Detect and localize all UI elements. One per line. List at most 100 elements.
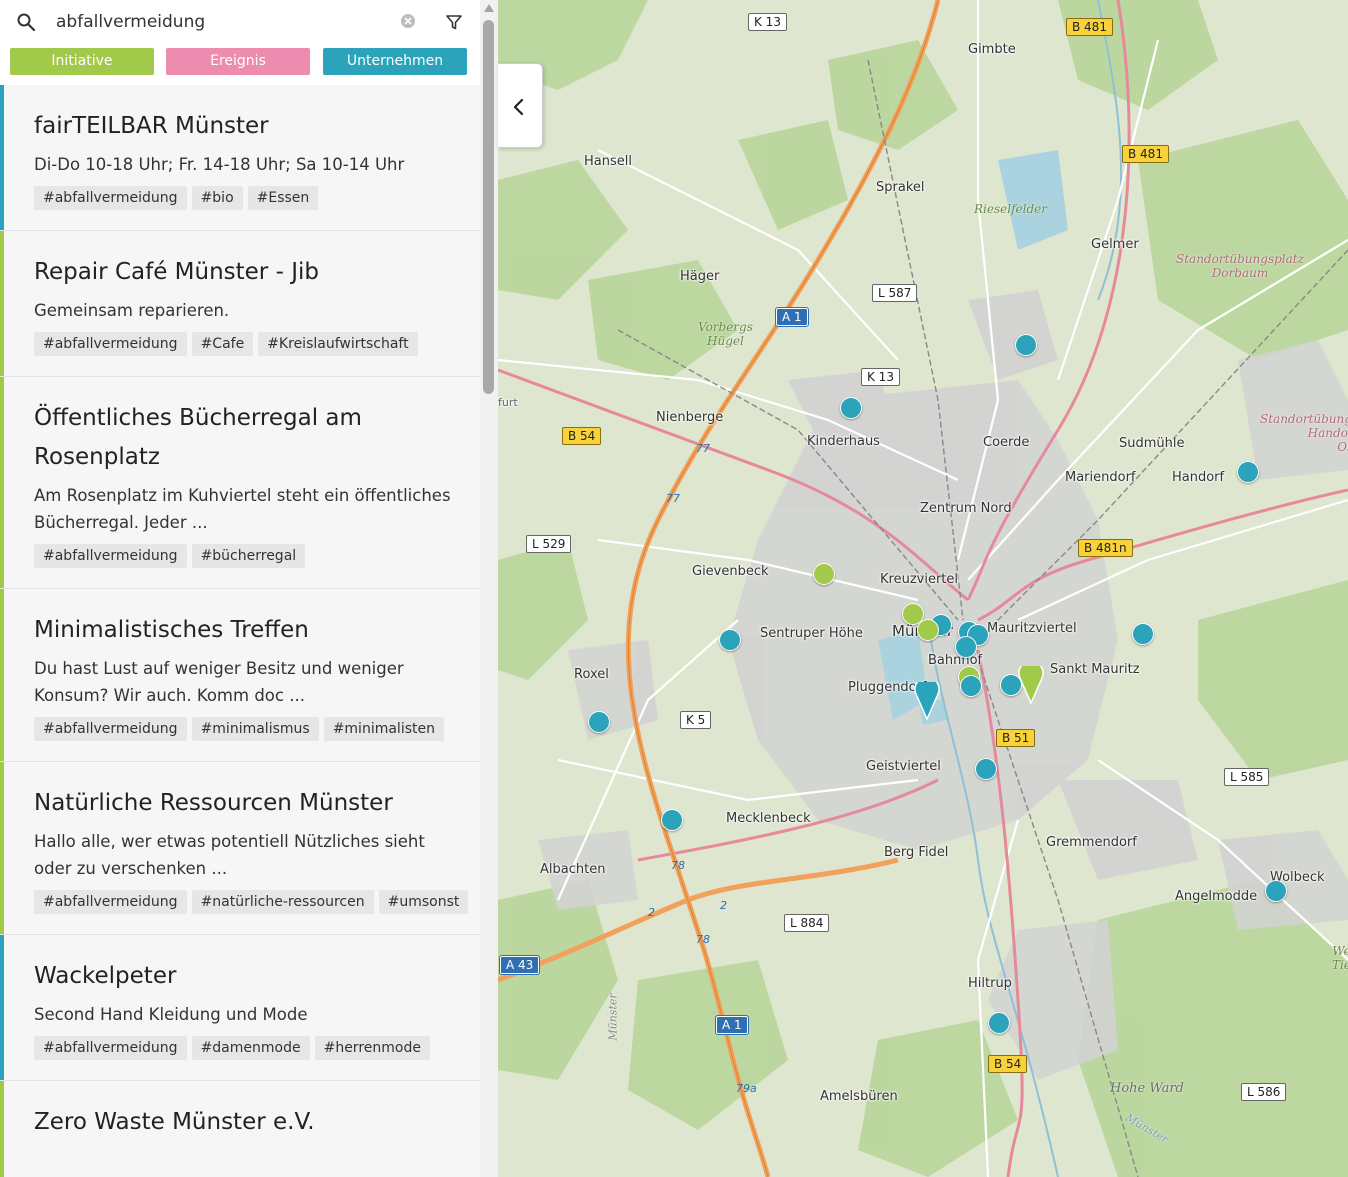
tag[interactable]: #damenmode	[191, 1036, 310, 1060]
tag[interactable]: #abfallvermeidung	[34, 332, 187, 356]
tag[interactable]: #umsonst	[378, 890, 469, 914]
map-pin-initiative[interactable]	[1018, 666, 1044, 704]
entry-card[interactable]: Öffentliches Bücherregal am Rosenplatz A…	[0, 377, 480, 589]
road-shield-l587: L 587	[872, 284, 918, 302]
tag[interactable]: #bio	[191, 186, 243, 210]
tag[interactable]: #minimalisten	[323, 717, 444, 741]
search-bar	[0, 0, 480, 44]
map-marker-initiative[interactable]	[917, 619, 939, 641]
map-marker-unternehmen[interactable]	[960, 675, 982, 697]
sidebar: Initiative Ereignis Unternehmen fairTEIL…	[0, 0, 498, 1177]
map-label-gievenbeck: Gievenbeck	[692, 564, 769, 579]
map-label-kinderhaus: Kinderhaus	[807, 434, 880, 449]
map-label-bahnhof: Bahnhof	[928, 653, 983, 668]
map-label-roxel: Roxel	[574, 667, 609, 682]
scroll-up-arrow-icon[interactable]	[484, 4, 494, 12]
search-input[interactable]	[56, 8, 386, 36]
map-marker-unternehmen[interactable]	[988, 1012, 1010, 1034]
map-label-albachten: Albachten	[540, 862, 606, 877]
junction-number: 78	[696, 933, 710, 946]
map-label-angelmodde: Angelmodde	[1175, 889, 1258, 904]
tag[interactable]: #abfallvermeidung	[34, 890, 187, 914]
entry-card[interactable]: Minimalistisches Treffen Du hast Lust au…	[0, 589, 480, 762]
map-label-geistviertel: Geistviertel	[866, 759, 941, 774]
map-marker-unternehmen[interactable]	[1132, 623, 1154, 645]
entry-card[interactable]: Wackelpeter Second Hand Kleidung und Mod…	[0, 935, 480, 1081]
entry-card[interactable]: Zero Waste Münster e.V.	[0, 1081, 480, 1177]
entry-title: Natürliche Ressourcen Münster	[34, 790, 393, 816]
map-label-sprakel: Sprakel	[876, 180, 925, 195]
tag-list: #abfallvermeidung #natürliche-ressourcen #…	[34, 890, 469, 914]
search-icon[interactable]	[16, 12, 36, 32]
road-shield-l585: L 585	[1224, 768, 1270, 786]
ereignis-filter-button[interactable]: Ereignis	[166, 48, 310, 75]
map-label-kreuzviertel: Kreuzviertel	[880, 572, 958, 587]
category-indicator	[0, 377, 4, 588]
entry-title: Repair Café Münster - Jib	[34, 259, 319, 285]
entry-card[interactable]: Repair Café Münster - Jib Gemeinsam repa…	[0, 231, 480, 377]
initiative-filter-button[interactable]: Initiative	[10, 48, 154, 75]
entry-card[interactable]: fairTEILBAR Münster Di-Do 10-18 Uhr; Fr.…	[0, 85, 480, 231]
road-shield-l884: L 884	[784, 914, 830, 932]
category-filter-buttons: Initiative Ereignis Unternehmen	[10, 48, 468, 75]
road-shield-b481: B 481	[1122, 145, 1169, 163]
map-marker-unternehmen[interactable]	[955, 636, 977, 658]
unternehmen-filter-button[interactable]: Unternehmen	[323, 48, 467, 75]
map-marker-initiative[interactable]	[813, 563, 835, 585]
road-shield-b54: B 54	[562, 427, 602, 445]
map-marker-unternehmen[interactable]	[840, 397, 862, 419]
map-marker-unternehmen[interactable]	[1265, 880, 1287, 902]
tag[interactable]: #Cafe	[191, 332, 254, 356]
entry-title: Zero Waste Münster e.V.	[34, 1109, 315, 1135]
junction-number: 79a	[736, 1082, 757, 1095]
scrollbar-thumb[interactable]	[483, 20, 494, 394]
tag[interactable]: #natürliche-ressourcen	[191, 890, 374, 914]
tag-list: #abfallvermeidung #damenmode #herrenmode	[34, 1036, 460, 1060]
junction-number: 2	[648, 906, 655, 919]
road-shield-b481: B 481	[1066, 18, 1113, 36]
road-shield-b481n: B 481n	[1078, 539, 1133, 557]
map-area-vorbergs-huegel: Vorbergs Hügel	[698, 320, 753, 348]
road-shield-k5: K 5	[680, 711, 712, 729]
road-shield-k13: K 13	[861, 368, 900, 386]
map-marker-unternehmen[interactable]	[588, 711, 610, 733]
tag[interactable]: #abfallvermeidung	[34, 717, 187, 741]
chevron-left-icon	[513, 98, 524, 116]
tag-list: #abfallvermeidung #minimalismus #minimalis…	[34, 717, 460, 741]
map-label-handorf: Handorf	[1172, 470, 1225, 485]
map-marker-unternehmen[interactable]	[661, 809, 683, 831]
tag[interactable]: #Essen	[247, 186, 319, 210]
tag[interactable]: #bücherregal	[191, 544, 306, 568]
map-area-standort-dorbaum: Standortübungsplatz Dorbaum	[1176, 252, 1304, 280]
map-label-sudmuehle: Sudmühle	[1119, 436, 1185, 451]
filter-icon[interactable]	[445, 13, 463, 31]
map-area-we-tie: We Tie	[1332, 944, 1348, 972]
tag[interactable]: #Kreislaufwirtschaft	[258, 332, 418, 356]
map-label-sankt-mauritz: Sankt Mauritz	[1050, 662, 1140, 677]
tag[interactable]: #abfallvermeidung	[34, 544, 187, 568]
map-pin-unternehmen-selected[interactable]	[914, 682, 940, 720]
category-indicator	[0, 1081, 4, 1177]
tag[interactable]: #minimalismus	[191, 717, 319, 741]
map-label-mecklenbeck: Mecklenbeck	[726, 811, 811, 826]
tag[interactable]: #abfallvermeidung	[34, 186, 187, 210]
map-marker-unternehmen[interactable]	[1237, 461, 1259, 483]
tag[interactable]: #abfallvermeidung	[34, 1036, 187, 1060]
category-indicator	[0, 935, 4, 1080]
map-marker-unternehmen[interactable]	[719, 629, 741, 651]
map-marker-unternehmen[interactable]	[1015, 334, 1037, 356]
road-shield-l586: L 586	[1241, 1083, 1287, 1101]
category-indicator	[0, 589, 4, 761]
map-area-rieselfelder: Rieselfelder	[974, 202, 1047, 216]
entry-description: Second Hand Kleidung und Mode	[34, 1005, 308, 1024]
entry-card[interactable]: Natürliche Ressourcen Münster Hallo alle…	[0, 762, 480, 935]
map-marker-unternehmen[interactable]	[975, 758, 997, 780]
tag[interactable]: #herrenmode	[314, 1036, 430, 1060]
collapse-sidebar-button[interactable]	[498, 63, 543, 148]
clear-search-icon[interactable]	[400, 13, 416, 29]
tag-list: #abfallvermeidung #bio #Essen	[34, 186, 460, 210]
map-view[interactable]: Gimbte Hansell Sprakel Gelmer Häger Nien…	[498, 0, 1348, 1177]
entry-description: Di-Do 10-18 Uhr; Fr. 14-18 Uhr; Sa 10-14…	[34, 155, 405, 174]
map-area-muenster-vertical: Münster	[606, 993, 620, 1041]
road-shield-a1: A 1	[775, 307, 809, 327]
